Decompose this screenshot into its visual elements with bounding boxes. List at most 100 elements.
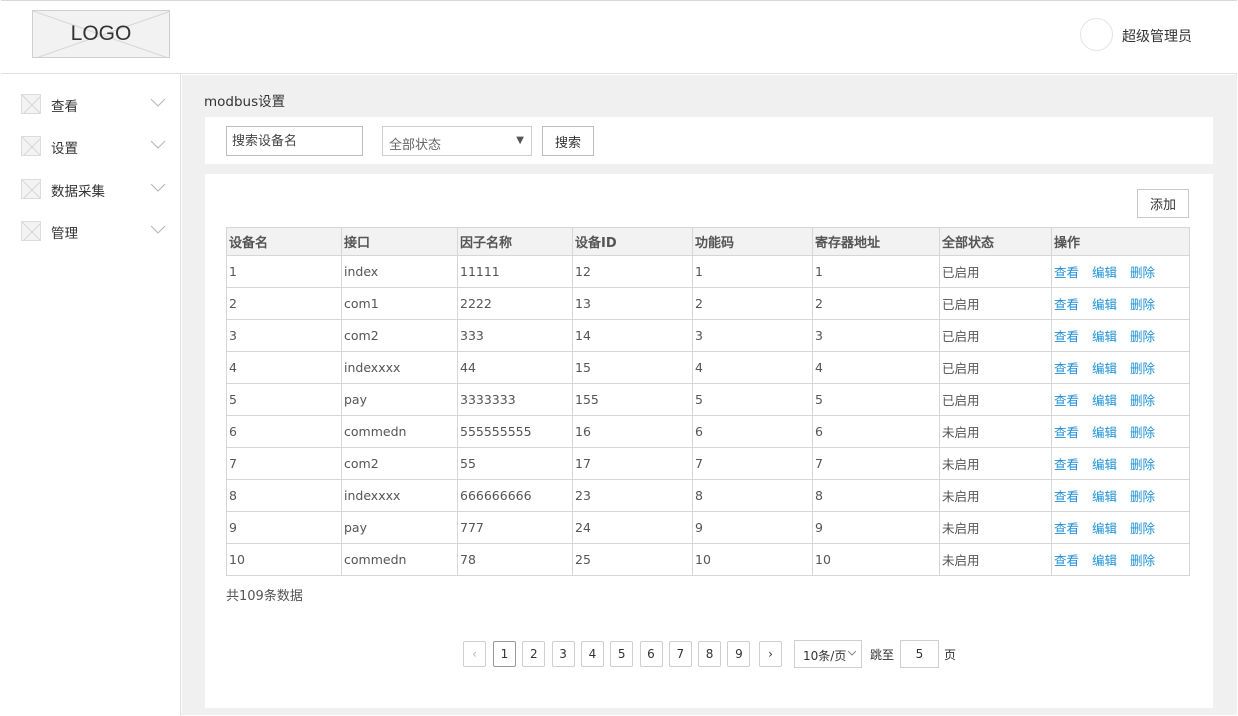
function-code-cell: 4 [692,351,813,384]
table-header-row: 设备名 接口 因子名称 设备ID 功能码 寄存器地址 全部状态 操作 [226,227,1190,256]
edit-link[interactable]: 编辑 [1092,521,1117,536]
device-name-cell: 6 [226,415,342,448]
view-link[interactable]: 查看 [1054,521,1079,536]
page-5-button[interactable]: 5 [610,641,634,667]
page-size-select[interactable]: 10条/页 [794,640,862,668]
function-code-cell: 1 [692,255,813,288]
page-1-button[interactable]: 1 [493,641,516,667]
edit-link[interactable]: 编辑 [1092,457,1117,472]
view-link[interactable]: 查看 [1054,265,1079,280]
page-6-button[interactable]: 6 [639,641,663,667]
total-count: 共109条数据 [226,589,303,604]
page-2-button[interactable]: 2 [522,641,546,667]
view-link[interactable]: 查看 [1054,457,1079,472]
delete-link[interactable]: 删除 [1130,361,1155,376]
interface-cell: com1 [341,287,458,320]
delete-link[interactable]: 删除 [1130,457,1155,472]
edit-link[interactable]: 编辑 [1092,329,1117,344]
column-header: 功能码 [692,227,813,256]
view-link[interactable]: 查看 [1054,553,1079,568]
function-code-cell: 5 [692,383,813,416]
page-7-button[interactable]: 7 [668,641,692,667]
sidebar-item-label: 设置 [51,141,78,157]
avatar[interactable] [1080,18,1113,51]
delete-link[interactable]: 删除 [1130,265,1155,280]
sidebar-item-settings[interactable]: 设置 [1,131,181,161]
edit-link[interactable]: 编辑 [1092,489,1117,504]
view-link[interactable]: 查看 [1054,329,1079,344]
column-header: 接口 [341,227,458,256]
delete-link[interactable]: 删除 [1130,393,1155,408]
chevron-down-icon [150,98,166,107]
sidebar-item-manage[interactable]: 管理 [1,216,181,246]
edit-link[interactable]: 编辑 [1092,265,1117,280]
interface-cell: commedn [341,415,458,448]
username[interactable]: 超级管理员 [1122,26,1192,46]
factor-name-cell: 2222 [457,287,573,320]
device-id-cell: 155 [572,383,693,416]
column-header: 全部状态 [939,227,1052,256]
delete-link[interactable]: 删除 [1130,425,1155,440]
device-id-cell: 14 [572,319,693,352]
register-address-cell: 5 [812,383,940,416]
view-link[interactable]: 查看 [1054,489,1079,504]
logo-text: LOGO [70,22,132,45]
factor-name-cell: 11111 [457,255,573,288]
edit-link[interactable]: 编辑 [1092,297,1117,312]
table-row: 2 com1 2222 13 2 2 已启用 查看 编辑 删除 [226,287,1190,320]
prev-page-button[interactable]: ‹ [463,641,486,667]
delete-link[interactable]: 删除 [1130,553,1155,568]
page-9-button[interactable]: 9 [727,641,751,667]
search-button[interactable]: 搜索 [542,126,594,156]
table-row: 8 indexxxx 666666666 23 8 8 未启用 查看 编辑 删除 [226,479,1190,512]
factor-name-cell: 55 [457,447,573,480]
logo[interactable]: LOGO [32,10,170,58]
add-button[interactable]: 添加 [1137,189,1189,218]
device-id-cell: 17 [572,447,693,480]
view-link[interactable]: 查看 [1054,361,1079,376]
delete-link[interactable]: 删除 [1130,521,1155,536]
jump-page-input[interactable] [900,640,939,668]
device-table: 设备名 接口 因子名称 设备ID 功能码 寄存器地址 全部状态 操作 1 index 11111 1… [226,227,1190,576]
search-bar: 全部状态 ▼ 搜索 [205,117,1213,164]
edit-link[interactable]: 编辑 [1092,425,1117,440]
factor-name-cell: 666666666 [457,479,573,512]
content-panel: 添加 设备名 接口 因子名称 设备ID 功能码 寄存器地址 全部状态 操作 1 index 111… [205,174,1213,708]
page-title: modbus设置 [204,94,286,110]
table-row: 1 index 11111 12 1 1 已启用 查看 编辑 删除 [226,255,1190,288]
interface-cell: com2 [341,447,458,480]
view-link[interactable]: 查看 [1054,425,1079,440]
main-content: modbus设置 全部状态 ▼ 搜索 添加 设备名接口因子名称设备ID功能码寄存… [182,75,1237,715]
function-code-cell: 8 [692,479,813,512]
placeholder-image-icon [21,221,41,241]
page-4-button[interactable]: 4 [580,641,604,667]
page-3-button[interactable]: 3 [551,641,575,667]
factor-name-cell: 777 [457,511,573,544]
pagination: 10条/页 跳至 页 ‹ 123456789 › [205,640,1213,670]
actions-cell: 查看 编辑 删除 [1051,255,1190,288]
device-id-cell: 23 [572,479,693,512]
status-select[interactable]: 全部状态 ▼ [382,126,532,156]
view-link[interactable]: 查看 [1054,393,1079,408]
factor-name-cell: 44 [457,351,573,384]
edit-link[interactable]: 编辑 [1092,393,1117,408]
next-page-button[interactable]: › [759,641,782,667]
delete-link[interactable]: 删除 [1130,489,1155,504]
delete-link[interactable]: 删除 [1130,297,1155,312]
page-8-button[interactable]: 8 [698,641,722,667]
edit-link[interactable]: 编辑 [1092,361,1117,376]
device-id-cell: 12 [572,255,693,288]
placeholder-image-icon [21,136,41,156]
table-row: 4 indexxxx 44 15 4 4 已启用 查看 编辑 删除 [226,351,1190,384]
edit-link[interactable]: 编辑 [1092,553,1117,568]
register-address-cell: 8 [812,479,940,512]
column-header: 寄存器地址 [812,227,940,256]
sidebar-item-view[interactable]: 查看 [1,89,181,119]
delete-link[interactable]: 删除 [1130,329,1155,344]
view-link[interactable]: 查看 [1054,297,1079,312]
sidebar-item-data-collection[interactable]: 数据采集 [1,174,181,204]
sidebar-item-label: 数据采集 [51,184,105,200]
interface-cell: index [341,255,458,288]
search-input[interactable] [226,126,363,156]
status-select-value: 全部状态 [389,138,442,153]
